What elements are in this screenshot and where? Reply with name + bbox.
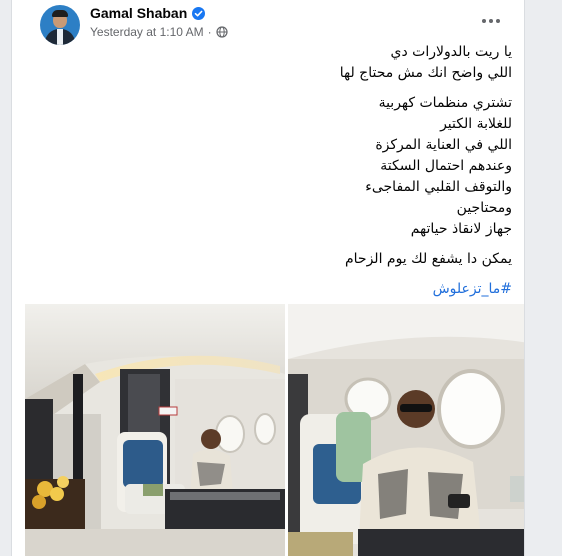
- author-avatar[interactable]: [40, 5, 80, 45]
- post-meta: Yesterday at 1:10 AM ·: [90, 25, 228, 39]
- post-line: والتوقف القلبي المفاجىء: [365, 179, 512, 195]
- post-line: ومحتاجين: [456, 200, 512, 216]
- more-options-icon[interactable]: [479, 9, 503, 33]
- post-line: يا ريت بالدولارات دي: [390, 44, 512, 60]
- post-card: Gamal Shaban Yesterday at 1:10 AM · يا ر…: [11, 0, 525, 556]
- post-line: تشتري منظمات كهربية: [378, 95, 512, 111]
- meta-separator: ·: [207, 25, 212, 39]
- post-line: يمكن دا يشفع لك يوم الزحام: [344, 251, 512, 267]
- author-name[interactable]: Gamal Shaban: [90, 5, 187, 21]
- post-line: للغلابة الكتير: [440, 116, 512, 132]
- globe-icon: [216, 26, 228, 38]
- hashtag-link[interactable]: #ما_تزعلوش: [32, 279, 512, 300]
- verified-badge-icon: [192, 6, 206, 20]
- post-line: اللي في العناية المركزة: [375, 137, 512, 153]
- post-line: اللي واضح انك مش محتاج لها: [339, 65, 512, 81]
- post-paragraph: يا ريت بالدولارات دي اللي واضح انك مش مح…: [32, 42, 512, 84]
- private-jet-cabin-photo[interactable]: [25, 304, 285, 556]
- post-author: Gamal Shaban: [90, 5, 206, 21]
- post-line: جهاز لانقاذ حياتهم: [410, 221, 512, 237]
- post-line: وعندهم احتمال السكتة: [380, 158, 512, 174]
- passenger-seat-photo[interactable]: [288, 304, 524, 556]
- post-paragraph: تشتري منظمات كهربية للغلابة الكتير اللي …: [32, 93, 512, 240]
- post-text: يا ريت بالدولارات دي اللي واضح انك مش مح…: [32, 42, 512, 300]
- post-paragraph: يمكن دا يشفع لك يوم الزحام: [32, 249, 512, 270]
- post-timestamp[interactable]: Yesterday at 1:10 AM: [90, 25, 204, 39]
